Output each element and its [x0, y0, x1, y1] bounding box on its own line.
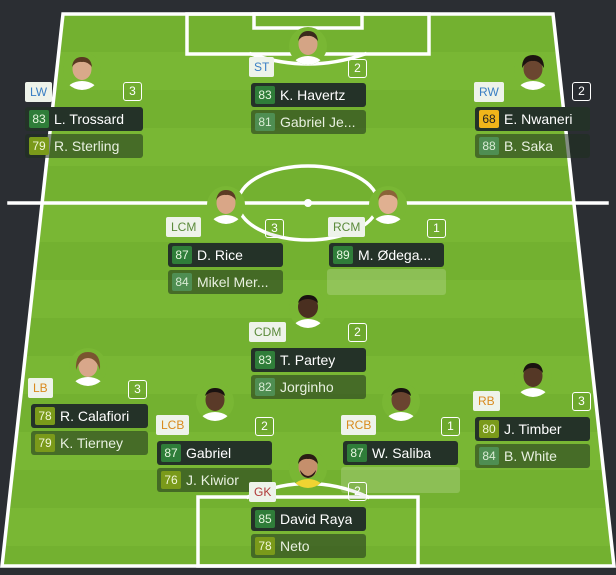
rating-badge: 78 [35, 407, 55, 425]
player-count-badge: 2 [348, 323, 367, 342]
position-label: LCB [156, 415, 190, 435]
substitute-row[interactable]: 84 Mikel Mer... [168, 270, 283, 294]
player-name: Neto [280, 538, 310, 554]
rating-badge: 84 [479, 447, 499, 465]
rating-badge: 83 [255, 351, 275, 369]
rating-badge: 78 [255, 537, 275, 555]
player-count-badge: 2 [348, 59, 367, 78]
player-name: E. Nwaneri [504, 111, 573, 127]
rating-badge: 81 [255, 113, 275, 131]
rating-badge: 79 [29, 137, 49, 155]
player-name: J. Timber [504, 421, 562, 437]
player-avatar [63, 52, 101, 90]
substitute-row[interactable]: 78 Neto [251, 534, 366, 558]
substitute-row[interactable]: 79 K. Tierney [31, 431, 148, 455]
player-name: R. Calafiori [60, 408, 130, 424]
rating-badge: 68 [479, 110, 499, 128]
position-label: RW [474, 82, 504, 102]
player-name: K. Havertz [280, 87, 346, 103]
rating-badge: 87 [161, 444, 181, 462]
rating-badge: 85 [255, 510, 275, 528]
substitute-row[interactable]: 84 B. White [475, 444, 590, 468]
player-name: T. Partey [280, 352, 336, 368]
position-label: GK [249, 482, 277, 502]
player-avatar [369, 186, 407, 224]
rating-badge: 89 [333, 246, 353, 264]
starter-row[interactable]: 80 J. Timber [475, 417, 590, 441]
starter-row[interactable]: 89 M. Ødega... [329, 243, 444, 267]
rating-badge: 83 [29, 110, 49, 128]
player-name: Mikel Mer... [197, 274, 269, 290]
position-label: LW [25, 82, 53, 102]
player-count-badge: 1 [427, 219, 446, 238]
starter-row[interactable]: 83 K. Havertz [251, 83, 366, 107]
rating-badge: 79 [35, 434, 55, 452]
player-count-badge: 3 [265, 219, 284, 238]
player-name: B. White [504, 448, 557, 464]
formation-panel: LW 3 83 L. Trossard 79 R. Sterling ST 2 … [0, 0, 616, 575]
position-label: RCM [328, 217, 366, 237]
rating-badge: 76 [161, 471, 181, 489]
starter-row[interactable]: 87 Gabriel [157, 441, 272, 465]
player-count-badge: 3 [123, 82, 142, 101]
rating-badge: 87 [347, 444, 367, 462]
rating-badge: 87 [172, 246, 192, 264]
player-name: D. Rice [197, 247, 243, 263]
player-name: David Raya [280, 511, 353, 527]
player-name: Jorginho [280, 379, 334, 395]
player-avatar [289, 290, 327, 328]
player-name: M. Ødega... [358, 247, 432, 263]
player-name: J. Kiwior [186, 472, 239, 488]
player-count-badge: 2 [255, 417, 274, 436]
substitute-row[interactable]: 79 R. Sterling [25, 134, 143, 158]
player-name: K. Tierney [60, 435, 124, 451]
position-label: RB [473, 391, 500, 411]
player-avatar [207, 186, 245, 224]
rating-badge: 88 [479, 137, 499, 155]
rating-badge: 82 [255, 378, 275, 396]
player-count-badge: 1 [441, 417, 460, 436]
position-label: ST [249, 57, 275, 77]
player-name: Gabriel Je... [280, 114, 356, 130]
position-label: LCM [166, 217, 202, 237]
starter-row[interactable]: 83 L. Trossard [25, 107, 143, 131]
player-name: L. Trossard [54, 111, 125, 127]
substitute-row[interactable]: 81 Gabriel Je... [251, 110, 366, 134]
substitute-row[interactable]: 88 B. Saka [475, 134, 590, 158]
player-avatar [514, 52, 552, 90]
player-name: B. Saka [504, 138, 554, 154]
starter-row[interactable]: 68 E. Nwaneri [475, 107, 590, 131]
position-label: RCB [341, 415, 377, 435]
player-avatar [289, 450, 327, 488]
starter-row[interactable]: 83 T. Partey [251, 348, 366, 372]
position-label: LB [28, 378, 53, 398]
player-avatar [514, 359, 552, 397]
player-count-badge: 2 [572, 82, 591, 101]
player-count-badge: 3 [128, 380, 147, 399]
starter-row[interactable]: 87 W. Saliba [343, 441, 458, 465]
player-avatar [382, 383, 420, 421]
substitute-row[interactable]: 82 Jorginho [251, 375, 366, 399]
rating-badge: 83 [255, 86, 275, 104]
player-count-badge: 2 [348, 482, 367, 501]
position-label: CDM [249, 322, 287, 342]
player-count-badge: 3 [572, 392, 591, 411]
player-name: R. Sterling [54, 138, 120, 154]
player-name: W. Saliba [372, 445, 432, 461]
player-avatar [69, 348, 107, 386]
starter-row[interactable]: 87 D. Rice [168, 243, 283, 267]
starter-row[interactable]: 78 R. Calafiori [31, 404, 148, 428]
starter-row[interactable]: 85 David Raya [251, 507, 366, 531]
player-avatar [196, 383, 234, 421]
rating-badge: 84 [172, 273, 192, 291]
player-avatar [289, 27, 327, 65]
rating-badge: 80 [479, 420, 499, 438]
player-name: Gabriel [186, 445, 232, 461]
empty-substitute-slot[interactable] [327, 269, 446, 295]
